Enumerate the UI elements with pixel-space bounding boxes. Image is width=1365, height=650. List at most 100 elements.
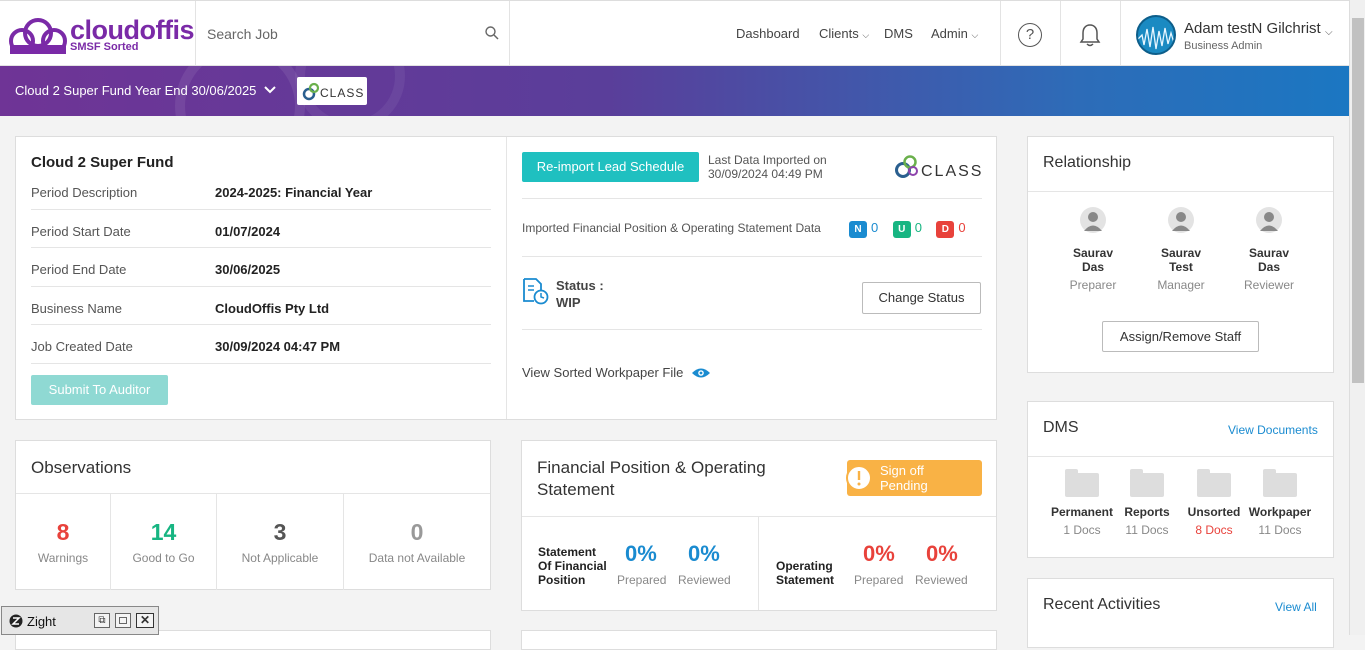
sofp-label-line3: Position xyxy=(538,573,586,587)
folder-name: Reports xyxy=(1124,505,1170,519)
help-icon[interactable]: ? xyxy=(1018,23,1042,47)
submit-to-auditor-button[interactable]: Submit To Auditor xyxy=(31,375,168,405)
search-box[interactable]: Search Job xyxy=(195,1,510,67)
user-name[interactable]: Adam testN Gilchrist xyxy=(1184,20,1321,37)
observation-good-to-go[interactable]: 14 Good to Go xyxy=(111,494,217,590)
restore-icon[interactable]: ⧉ xyxy=(94,613,110,628)
folder-reports[interactable]: Reports 11 Docs xyxy=(1112,469,1182,537)
folder-count: 8 Docs xyxy=(1195,523,1233,537)
divider xyxy=(1028,456,1333,457)
folder-count: 11 Docs xyxy=(1125,523,1169,537)
user-icon xyxy=(1080,207,1106,233)
operating-statement-label[interactable]: Operating Statement xyxy=(776,559,834,587)
view-workpaper-link[interactable]: View Sorted Workpaper File xyxy=(522,365,683,380)
folder-name: Workpaper xyxy=(1248,505,1312,519)
last-import-label: Last Data Imported on xyxy=(708,153,827,167)
nav-clients[interactable]: Clients ⌵ xyxy=(819,26,869,41)
observation-label: Good to Go xyxy=(132,551,195,565)
brand-tagline: SMSF Sorted xyxy=(70,41,139,53)
warning-icon xyxy=(846,465,872,491)
os-label-line2: Statement xyxy=(776,573,835,587)
chevron-down-icon[interactable] xyxy=(263,81,277,99)
field-label: Business Name xyxy=(31,301,123,316)
divider xyxy=(506,137,507,419)
last-import-time: 30/09/2024 04:49 PM xyxy=(708,167,823,181)
updated-count: 0 xyxy=(914,220,922,235)
sofp-label[interactable]: Statement Of Financial Position xyxy=(538,545,607,587)
folder-count: 11 Docs xyxy=(1258,523,1302,537)
job-banner: Cloud 2 Super Fund Year End 30/06/2025 C… xyxy=(0,66,1349,116)
avatar[interactable] xyxy=(1136,15,1176,55)
folder-unsorted[interactable]: Unsorted 8 Docs xyxy=(1179,469,1249,537)
status-document-icon xyxy=(523,278,549,305)
chevron-down-icon[interactable]: ⌵ xyxy=(1325,27,1333,38)
chevron-down-icon: ⌵ xyxy=(971,30,979,40)
os-label-line1: Operating xyxy=(776,559,833,573)
observation-not-applicable[interactable]: 3 Not Applicable xyxy=(217,494,344,590)
divider xyxy=(758,517,759,610)
scrollbar-thumb[interactable] xyxy=(1352,18,1364,383)
import-badges: N0 U0 D0 xyxy=(849,219,976,238)
observation-label: Not Applicable xyxy=(241,551,319,565)
relationship-title: Relationship xyxy=(1043,154,1132,171)
class-mark-icon xyxy=(302,82,320,101)
maximize-icon[interactable] xyxy=(115,613,131,628)
staff-name-last: Das xyxy=(1257,260,1280,274)
observations-card: Observations 8 Warnings 14 Good to Go 3 … xyxy=(15,440,491,590)
class-logo-text: CLASS xyxy=(921,163,984,180)
observation-warnings[interactable]: 8 Warnings xyxy=(16,494,111,590)
staff-preparer: Saurav Das Preparer xyxy=(1063,207,1123,292)
nav-dashboard[interactable]: Dashboard xyxy=(736,26,800,41)
next-card xyxy=(521,630,997,650)
nav-admin[interactable]: Admin ⌵ xyxy=(931,26,978,41)
eye-icon[interactable] xyxy=(691,367,711,379)
folder-name: Permanent xyxy=(1050,505,1114,519)
folder-icon xyxy=(1197,469,1231,497)
reviewed-label: Reviewed xyxy=(915,573,968,587)
staff-reviewer: Saurav Das Reviewer xyxy=(1239,207,1299,292)
divider xyxy=(1120,1,1121,67)
class-logo: CLASS xyxy=(297,77,367,105)
observation-count: 0 xyxy=(410,519,424,545)
change-status-button[interactable]: Change Status xyxy=(862,282,981,314)
os-reviewed-percent: 0% xyxy=(926,541,958,566)
bell-icon[interactable] xyxy=(1079,23,1101,47)
folder-count: 1 Docs xyxy=(1063,523,1101,537)
reimport-lead-schedule-button[interactable]: Re-import Lead Schedule xyxy=(522,152,699,182)
status-value: WIP xyxy=(556,295,581,310)
cloud-logo-icon xyxy=(9,18,67,54)
assign-remove-staff-button[interactable]: Assign/Remove Staff xyxy=(1102,321,1259,352)
search-input[interactable]: Search Job xyxy=(207,26,278,42)
zight-window[interactable]: Zight ⧉ ✕ xyxy=(1,606,159,635)
deleted-badge: D xyxy=(936,221,955,238)
deleted-count: 0 xyxy=(958,220,966,235)
staff-name-last: Das xyxy=(1081,260,1104,274)
job-selector[interactable]: Cloud 2 Super Fund Year End 30/06/2025 xyxy=(15,83,256,98)
reviewed-label: Reviewed xyxy=(678,573,731,587)
field-label: Period End Date xyxy=(31,262,127,277)
observation-data-not-available[interactable]: 0 Data not Available xyxy=(344,494,490,590)
zight-logo-icon xyxy=(9,614,23,628)
folder-workpaper[interactable]: Workpaper 11 Docs xyxy=(1245,469,1315,537)
search-icon[interactable] xyxy=(485,26,499,40)
signoff-pending-badge: Sign off Pending xyxy=(846,460,982,496)
folder-icon xyxy=(1130,469,1164,497)
field-value: 2024-2025: Financial Year xyxy=(215,185,373,200)
close-icon[interactable]: ✕ xyxy=(136,613,154,628)
page-scrollbar[interactable] xyxy=(1349,0,1365,635)
observation-count: 8 xyxy=(56,519,70,545)
observation-count: 14 xyxy=(150,519,177,545)
divider xyxy=(31,209,491,210)
brand-logo[interactable]: cloudoffis SMSF Sorted xyxy=(8,15,195,55)
nav-dms[interactable]: DMS xyxy=(884,26,913,41)
field-value: 01/07/2024 xyxy=(215,224,281,239)
view-all-link[interactable]: View All xyxy=(1275,600,1317,614)
field-value: 30/06/2025 xyxy=(215,262,281,277)
folder-name: Unsorted xyxy=(1187,505,1241,519)
relationship-card: Relationship Saurav Das Preparer Saurav … xyxy=(1027,136,1334,373)
sofp-reviewed-percent: 0% xyxy=(688,541,720,566)
divider xyxy=(1000,1,1001,67)
imported-data-label: Imported Financial Position & Operating … xyxy=(522,221,821,235)
view-documents-link[interactable]: View Documents xyxy=(1228,423,1318,437)
folder-permanent[interactable]: Permanent 1 Docs xyxy=(1047,469,1117,537)
